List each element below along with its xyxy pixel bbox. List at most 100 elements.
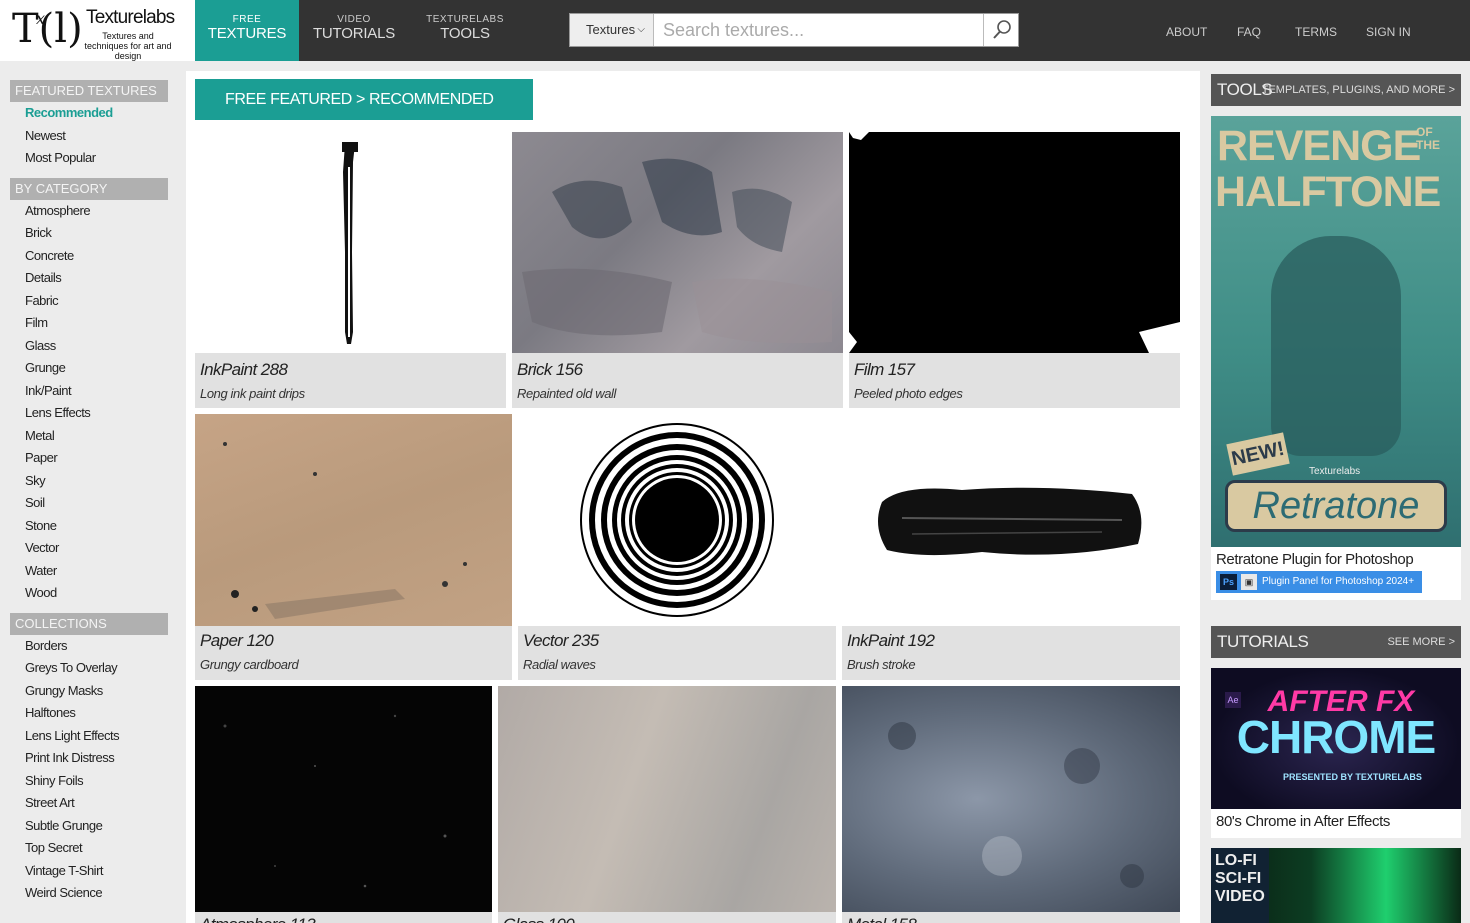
card-title: Vector 235 xyxy=(523,631,599,650)
main-content: FREE FEATURED > RECOMMENDED TEXTURES Ink… xyxy=(186,71,1200,923)
card-subtitle: Grungy cardboard xyxy=(200,657,299,672)
sidebar-item-recommended[interactable]: Recommended xyxy=(10,102,168,125)
terms-link[interactable]: TERMS xyxy=(1295,25,1337,39)
sidebar-item-lens-light-effects[interactable]: Lens Light Effects xyxy=(10,725,168,748)
sidebar-item-atmosphere[interactable]: Atmosphere xyxy=(10,200,168,223)
texture-thumbnail xyxy=(498,686,836,912)
card-subtitle: Long ink paint drips xyxy=(200,386,305,401)
texture-card[interactable]: InkPaint 288 Long ink paint drips xyxy=(195,132,506,408)
texture-card[interactable]: Atmosphere 113 xyxy=(195,686,492,923)
texture-card[interactable]: Glass 100 xyxy=(498,686,836,923)
breadcrumb: FREE FEATURED > RECOMMENDED TEXTURES xyxy=(195,79,533,149)
sidebar-item-subtle-grunge[interactable]: Subtle Grunge xyxy=(10,815,168,838)
sidebar-item-halftones[interactable]: Halftones xyxy=(10,702,168,725)
sidebar-item-weird-science[interactable]: Weird Science xyxy=(10,882,168,905)
sidebar-item-vector[interactable]: Vector xyxy=(10,537,168,560)
sidebar-item-grungy-masks[interactable]: Grungy Masks xyxy=(10,680,168,703)
texture-card[interactable]: Film 157 Peeled photo edges xyxy=(849,132,1180,408)
search-scope-select[interactable]: Textures ⌵ xyxy=(570,14,654,46)
tutorials-more-link[interactable]: SEE MORE > xyxy=(1387,636,1455,648)
tab-texturelabs-tools-label: TOOLS xyxy=(440,25,490,42)
card-subtitle: Peeled photo edges xyxy=(854,386,963,401)
sidebar-item-lens-effects[interactable]: Lens Effects xyxy=(10,402,168,425)
logo-name: Texturelabs xyxy=(86,7,175,28)
sidebar-item-glass[interactable]: Glass xyxy=(10,335,168,358)
tool-promo-card[interactable]: REVENGE OF THE HALFTONE NEW! Texturelabs… xyxy=(1211,116,1461,600)
tab-video-tutorials[interactable]: VIDEO TUTORIALS xyxy=(299,0,409,61)
promo-image: REVENGE OF THE HALFTONE NEW! Texturelabs… xyxy=(1211,116,1461,547)
search-button[interactable] xyxy=(983,14,1018,46)
card-title: Atmosphere 113 xyxy=(200,915,316,923)
sidebar-item-soil[interactable]: Soil xyxy=(10,492,168,515)
sidebar-item-water[interactable]: Water xyxy=(10,560,168,583)
sidebar-item-stone[interactable]: Stone xyxy=(10,515,168,538)
texture-card[interactable]: Metal 158 xyxy=(842,686,1180,923)
promo-art-of: OF THE xyxy=(1416,125,1440,152)
tutorial-art-line2: CHROME xyxy=(1236,711,1436,763)
card-title: Film 157 xyxy=(854,360,915,379)
tutorial-art-presented: PRESENTED BY TEXTURELABS xyxy=(1283,772,1422,782)
tab-free-textures-label: TEXTURES xyxy=(207,25,287,42)
sidebar-item-fabric[interactable]: Fabric xyxy=(10,290,168,313)
tutorial-thumbnail-2[interactable]: LO-FI SCI-FI VIDEO xyxy=(1211,848,1461,923)
sidebar-item-borders[interactable]: Borders xyxy=(10,635,168,658)
platform-badge-label: Plugin Panel for Photoshop 2024+ xyxy=(1262,576,1415,587)
texture-thumbnail xyxy=(195,686,492,912)
tutorial-thumbnail: AFTER FX CHROME Ae PRESENTED BY TEXTUREL… xyxy=(1211,668,1461,809)
site-logo[interactable]: T(l) x Texturelabs Textures and technique… xyxy=(0,0,195,61)
sidebar-item-details[interactable]: Details xyxy=(10,267,168,290)
card-title: InkPaint 288 xyxy=(200,360,288,379)
texture-card[interactable]: Brick 156 Repainted old wall xyxy=(512,132,843,408)
category-heading: BY CATEGORY xyxy=(10,177,168,200)
search-icon xyxy=(993,20,1011,39)
collections-heading: COLLECTIONS xyxy=(10,612,168,635)
right-column: TOOLS TEMPLATES, PLUGINS, AND MORE > REV… xyxy=(1211,74,1461,923)
sidebar-item-brick[interactable]: Brick xyxy=(10,222,168,245)
tab-free-textures[interactable]: FREE TEXTURES xyxy=(195,0,299,61)
tutorial-title: 80's Chrome in After Effects xyxy=(1216,813,1390,830)
card-subtitle: Repainted old wall xyxy=(517,386,617,401)
card-subtitle: Brush stroke xyxy=(847,657,916,672)
texture-thumbnail xyxy=(195,132,506,353)
sidebar-item-film[interactable]: Film xyxy=(10,312,168,335)
sidebar-item-sky[interactable]: Sky xyxy=(10,470,168,493)
promo-title: Retratone Plugin for Photoshop xyxy=(1216,551,1414,568)
tab-texturelabs-tools[interactable]: TEXTURELABS TOOLS xyxy=(409,0,521,61)
tutorials-heading: TUTORIALS xyxy=(1217,632,1309,651)
tutorial-card[interactable]: AFTER FX CHROME Ae PRESENTED BY TEXTUREL… xyxy=(1211,668,1461,838)
sidebar-item-paper[interactable]: Paper xyxy=(10,447,168,470)
sidebar-item-top-secret[interactable]: Top Secret xyxy=(10,837,168,860)
texture-thumbnail xyxy=(842,686,1180,912)
texture-thumbnail xyxy=(849,132,1180,353)
card-title: Glass 100 xyxy=(503,915,575,923)
card-subtitle: Radial waves xyxy=(523,657,596,672)
sidebar-item-ink-paint[interactable]: Ink/Paint xyxy=(10,380,168,403)
sidebar-item-vintage-t-shirt[interactable]: Vintage T-Shirt xyxy=(10,860,168,883)
sidebar-item-most-popular[interactable]: Most Popular xyxy=(10,147,168,170)
sign-in-link[interactable]: SIGN IN xyxy=(1366,25,1411,39)
search-input[interactable] xyxy=(655,14,983,46)
plugin-panel-icon: ▣ xyxy=(1241,574,1257,590)
about-link[interactable]: ABOUT xyxy=(1166,25,1207,39)
platform-badge: Ps ▣ Plugin Panel for Photoshop 2024+ xyxy=(1216,571,1423,593)
card-title: InkPaint 192 xyxy=(847,631,935,650)
texture-card[interactable]: InkPaint 192 Brush stroke xyxy=(842,414,1180,680)
sidebar-item-street-art[interactable]: Street Art xyxy=(10,792,168,815)
sidebar-item-grunge[interactable]: Grunge xyxy=(10,357,168,380)
texture-card[interactable]: Vector 235 Radial waves xyxy=(518,414,836,680)
tab-free-textures-kicker: FREE xyxy=(232,14,262,25)
promo-art-line1: REVENGE xyxy=(1217,122,1421,170)
sidebar-item-print-ink-distress[interactable]: Print Ink Distress xyxy=(10,747,168,770)
featured-heading: FEATURED TEXTURES xyxy=(10,80,168,102)
faq-link[interactable]: FAQ xyxy=(1237,25,1261,39)
sidebar-item-newest[interactable]: Newest xyxy=(10,125,168,148)
promo-art-product: Retratone xyxy=(1225,480,1447,532)
sidebar-item-greys-to-overlay[interactable]: Greys To Overlay xyxy=(10,657,168,680)
sidebar-item-metal[interactable]: Metal xyxy=(10,425,168,448)
texture-card[interactable]: Paper 120 Grungy cardboard xyxy=(195,414,512,680)
sidebar-item-shiny-foils[interactable]: Shiny Foils xyxy=(10,770,168,793)
sidebar-item-concrete[interactable]: Concrete xyxy=(10,245,168,268)
sidebar-item-wood[interactable]: Wood xyxy=(10,582,168,605)
top-bar: T(l) x Texturelabs Textures and technique… xyxy=(0,0,1470,61)
tools-more-link[interactable]: TEMPLATES, PLUGINS, AND MORE > xyxy=(1262,84,1455,96)
